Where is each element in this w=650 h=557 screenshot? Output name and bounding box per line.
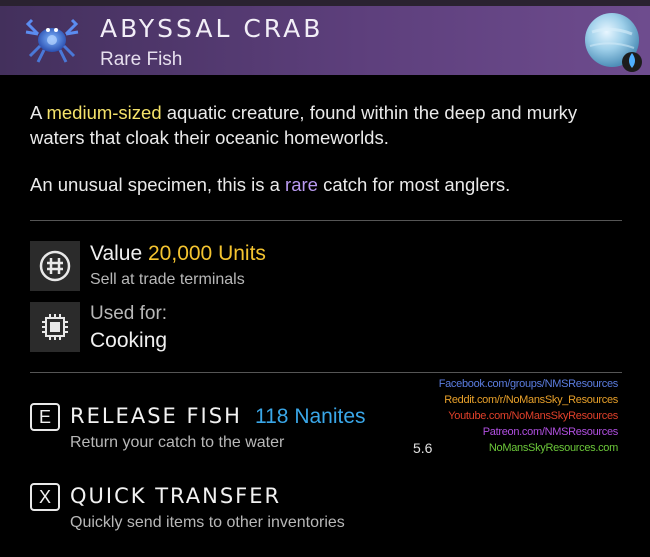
reddit-credit: Reddit.com/r/NoMansSky_Resources [444,394,618,406]
divider [30,372,622,373]
used-for-label: Used for: [90,303,168,324]
key-x-prompt[interactable]: X [30,483,60,511]
website-credit: NoMansSkyResources.com [488,442,618,454]
units-icon [39,250,71,282]
item-description: A medium-sized aquatic creature, found w… [30,100,625,219]
value-amount: 20,000 Units [148,242,266,265]
quick-transfer-subtext: Quickly send items to other inventories [70,514,345,531]
used-for-value: Cooking [90,329,168,352]
youtube-credit: Youtube.com/NoMansSkyResources [448,410,618,422]
release-fish-button[interactable]: RELEASE FISH [70,404,242,428]
description-paragraph-1: A medium-sized aquatic creature, found w… [30,102,578,148]
cooking-icon-box [30,302,80,352]
key-e-prompt[interactable]: E [30,403,60,431]
rarity-highlight: rare [285,174,318,195]
patreon-credit: Patreon.com/NMSResources [482,426,619,438]
value-row: Value 20,000 Units [90,242,266,265]
divider [30,220,622,221]
item-header: ABYSSAL CRAB Rare Fish [0,0,650,75]
description-paragraph-2: An unusual specimen, this is a rare catc… [30,174,511,195]
cooking-chip-icon [42,314,68,340]
ocean-planet-icon [585,13,642,72]
units-icon-box [30,241,80,291]
nanites-reward: 118 Nanites [255,405,366,428]
version-label: 5.6 [413,440,433,456]
facebook-credit: Facebook.com/groups/NMSResources [438,378,619,390]
quick-transfer-button[interactable]: QUICK TRANSFER [70,484,281,508]
value-subtext: Sell at trade terminals [90,271,245,288]
crab-icon [25,18,79,63]
item-title: ABYSSAL CRAB [100,14,324,43]
credits-watermark: Facebook.com/groups/NMSResources Reddit.… [438,376,619,456]
item-category: Rare Fish [100,49,183,70]
size-highlight: medium-sized [46,102,162,123]
release-fish-subtext: Return your catch to the water [70,434,285,451]
